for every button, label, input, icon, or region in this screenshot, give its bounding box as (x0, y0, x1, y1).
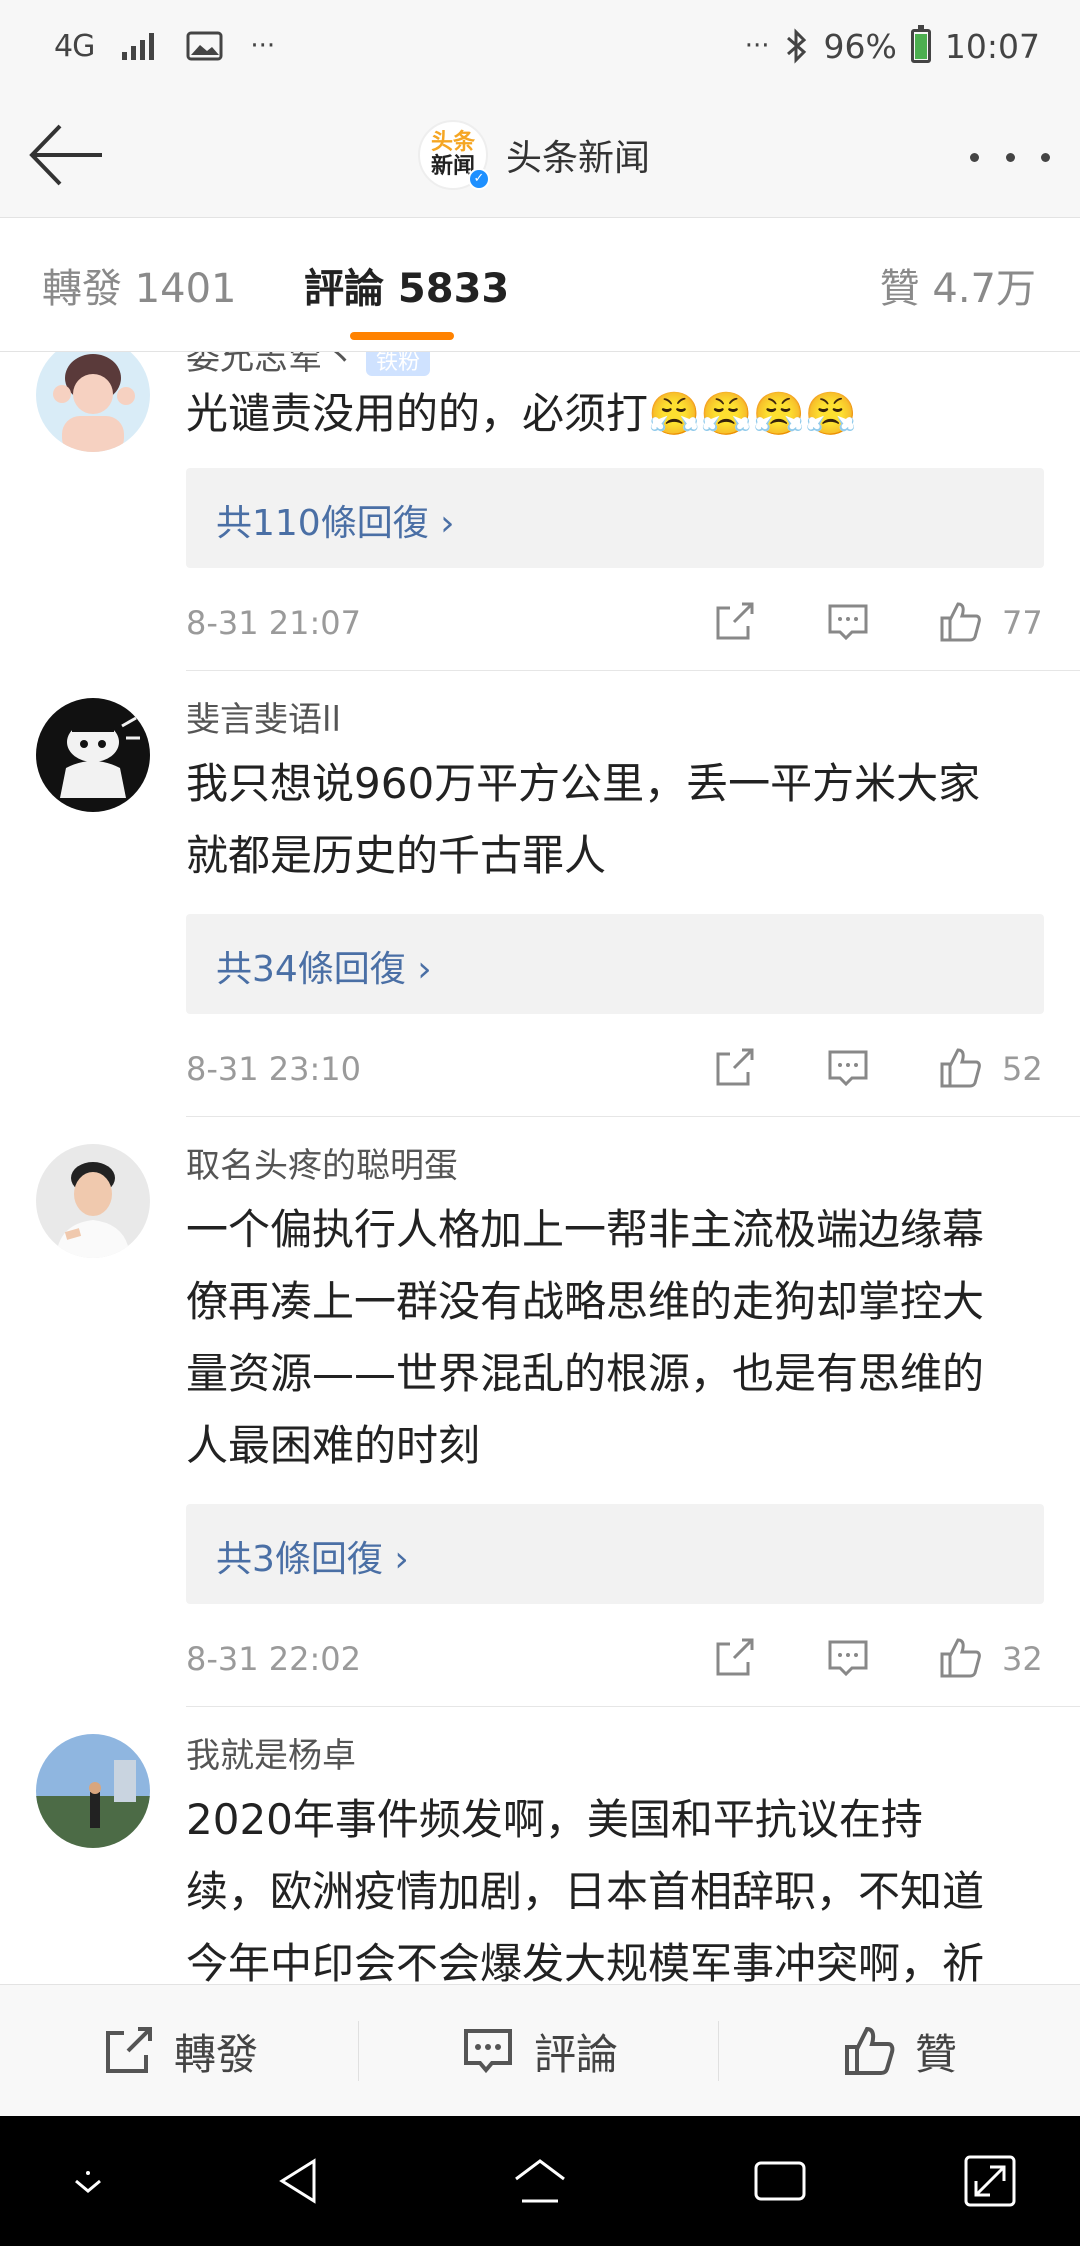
like-count: 52 (1002, 1050, 1043, 1088)
comment-username[interactable]: 委允志荤丶 铁粉 (186, 352, 431, 379)
chevron-down-icon[interactable] (58, 2151, 118, 2211)
comment-button[interactable]: 評論 (360, 1985, 720, 2117)
avatar[interactable] (36, 1144, 150, 1258)
avatar[interactable] (36, 1734, 150, 1848)
repost-button[interactable]: 轉發 (0, 1985, 360, 2117)
like-button[interactable]: 贊 (720, 1985, 1080, 2117)
nav-bar: 头条 新闻 ✓ 头条新闻 (0, 92, 1080, 218)
comment-icon[interactable] (826, 1046, 870, 1090)
more-dot-icon (1005, 152, 1015, 162)
comment-text[interactable]: 一个偏执行人格加上一帮非主流极端边缘幕 僚再凑上一群没有战略思维的走狗却掌控大 … (186, 1194, 1046, 1482)
comment-text[interactable]: 2020年事件频发啊，美国和平抗议在持 续，欧洲疫情加剧，日本首相辞职，不知道 … (186, 1784, 1046, 1984)
comment-text[interactable]: 我只想说960万平方公里，丢一平方米大家 就都是历史的千古罪人 (186, 748, 1046, 892)
battery-icon (910, 25, 931, 63)
channel-name: 头条新闻 (506, 138, 651, 179)
comment-list[interactable]: 委允志荤丶 铁粉 光谴责没用的的，必须打😤😤😤😤 共110條回復 › 8-31 2… (0, 352, 1080, 1984)
replies-button[interactable]: 共110條回復 › (186, 468, 1044, 568)
replies-button[interactable]: 共34條回復 › (186, 914, 1044, 1014)
back-triangle-icon[interactable] (270, 2151, 330, 2211)
comment-icon[interactable] (826, 600, 870, 644)
expand-icon[interactable] (960, 2151, 1020, 2211)
like-count: 32 (1002, 1640, 1043, 1678)
comment-meta: 8-31 23:10 52 (186, 1040, 1044, 1096)
avatar[interactable] (36, 698, 150, 812)
status-left: 4G ··· (54, 22, 275, 70)
share-icon[interactable] (712, 600, 756, 644)
channel-logo: 头条 新闻 ✓ (418, 120, 490, 190)
comment-username[interactable]: 取名头疼的聪明蛋 (186, 1138, 458, 1187)
avatar[interactable] (36, 352, 150, 452)
image-icon (186, 31, 223, 61)
like-icon (844, 2026, 895, 2075)
back-button[interactable] (26, 120, 106, 190)
divider (718, 2021, 719, 2081)
like-icon[interactable] (938, 600, 982, 644)
like-icon[interactable] (938, 1636, 982, 1680)
more-options-button[interactable] (970, 132, 1050, 182)
verified-icon: ✓ (468, 168, 490, 190)
channel-header[interactable]: 头条 新闻 ✓ 头条新闻 (418, 117, 650, 193)
system-nav-bar (0, 2116, 1080, 2246)
more-dot-icon (1041, 152, 1050, 162)
comment-username[interactable]: 斐言斐语ll (186, 692, 341, 741)
comment-time: 8-31 23:10 (186, 1050, 362, 1088)
status-right: ··· 96% 10:07 (745, 22, 1040, 70)
share-icon (105, 2027, 152, 2073)
signal-icon (122, 33, 155, 60)
replies-button[interactable]: 共3條回復 › (186, 1504, 1044, 1604)
home-icon[interactable] (510, 2151, 570, 2211)
divider (358, 2021, 359, 2081)
bottom-action-bar: 轉發 評論 贊 (0, 1984, 1080, 2116)
more-status-dots: ··· (744, 31, 770, 61)
status-bar: 4G ··· ··· 96% 10:07 (0, 0, 1080, 92)
comment-time: 8-31 21:07 (186, 604, 362, 642)
like-count: 77 (1002, 604, 1043, 642)
comment-username[interactable]: 我就是杨卓 (186, 1728, 356, 1777)
tab-repost[interactable]: 轉發 1401 (42, 256, 237, 314)
tab-likes[interactable]: 贊 4.7万 (880, 256, 1036, 314)
arrow-left-icon (29, 124, 102, 186)
recent-apps-icon[interactable] (750, 2151, 810, 2211)
divider (186, 1706, 1080, 1707)
like-icon[interactable] (938, 1046, 982, 1090)
divider (186, 1116, 1080, 1117)
comment-icon[interactable] (826, 1636, 870, 1680)
more-dot-icon (970, 152, 979, 162)
tab-bar: 轉發 1401 評論 5833 贊 4.7万 (0, 218, 1080, 352)
active-tab-indicator (350, 332, 454, 340)
comment-icon (463, 2029, 512, 2074)
clock: 10:07 (944, 26, 1040, 66)
comment-time: 8-31 22:02 (186, 1640, 362, 1678)
battery-percent: 96% (823, 26, 897, 66)
bluetooth-icon (786, 28, 806, 64)
notification-dots: ··· (250, 31, 276, 61)
comment-meta: 8-31 21:07 77 (186, 594, 1044, 650)
share-icon[interactable] (712, 1636, 756, 1680)
tab-comments[interactable]: 評論 5833 (304, 256, 509, 314)
fan-badge: 铁粉 (366, 352, 431, 376)
comment-meta: 8-31 22:02 32 (186, 1630, 1044, 1686)
network-indicator: 4G (54, 28, 95, 64)
comment-text[interactable]: 光谴责没用的的，必须打😤😤😤😤 (186, 378, 1046, 450)
share-icon[interactable] (712, 1046, 756, 1090)
divider (186, 670, 1080, 671)
